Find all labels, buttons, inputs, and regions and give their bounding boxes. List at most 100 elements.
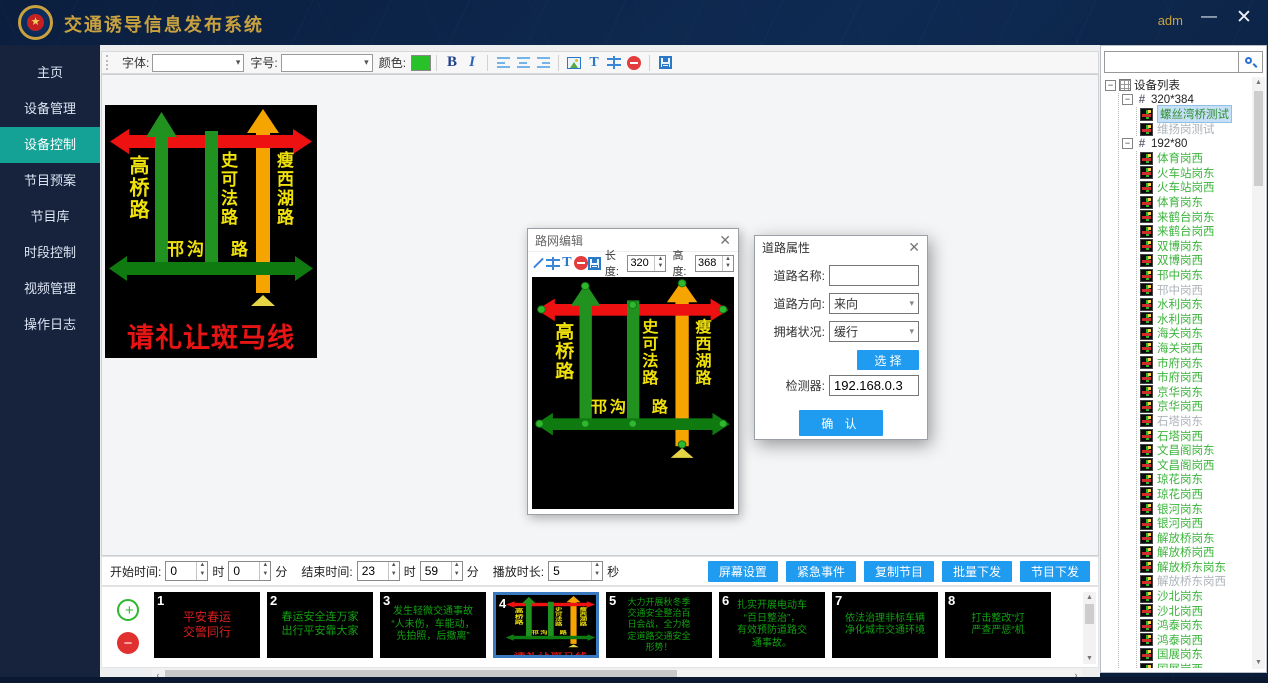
device-item[interactable]: 水利岗东 [1140,297,1250,312]
device-tree-scrollbar[interactable]: ▲ ▼ [1252,77,1265,669]
end-minute-input[interactable] [421,562,451,580]
align-center-button[interactable] [513,53,533,72]
delete-button[interactable] [574,254,588,273]
device-item[interactable]: 火车站岗东 [1140,166,1250,181]
align-left-button[interactable] [493,53,513,72]
sidebar-item-3[interactable]: 设备控制 [0,127,100,163]
sidebar-item-6[interactable]: 时段控制 [0,235,100,271]
device-search-input[interactable] [1104,51,1239,73]
sidebar-item-8[interactable]: 操作日志 [0,307,100,343]
scroll-down-icon[interactable]: ▼ [1083,653,1096,664]
tree-root[interactable]: −设备列表 [1105,78,1250,93]
collapse-icon[interactable]: − [1105,80,1116,91]
search-button[interactable] [1239,51,1263,73]
device-item[interactable]: 体育岗西 [1140,151,1250,166]
start-hour-input[interactable] [166,562,196,580]
save-button[interactable] [588,254,602,273]
start-minute-stepper[interactable]: ▲▼ [228,561,271,581]
device-item[interactable]: 来鹤台岗西 [1140,224,1250,239]
device-item[interactable]: 解放桥岗西 [1140,545,1250,560]
program-thumbnail-2[interactable]: 2春运安全连万家出行平安靠大家 [267,592,373,658]
device-item[interactable]: 海关岗东 [1140,326,1250,341]
device-item[interactable]: 市府岗西 [1140,370,1250,385]
program-thumbnail-1[interactable]: 1平安春运交警同行 [154,592,260,658]
sidebar-item-5[interactable]: 节目库 [0,199,100,235]
spinner-arrows[interactable]: ▲▼ [451,562,462,580]
device-item[interactable]: 火车站岗西 [1140,180,1250,195]
device-item[interactable]: 解放桥东岗东 [1140,560,1250,575]
congestion-select[interactable]: 缓行▾ [829,321,919,342]
end-hour-stepper[interactable]: ▲▼ [357,561,400,581]
action-button-1[interactable]: 屏幕设置 [708,561,778,582]
device-item[interactable]: 京华岗西 [1140,399,1250,414]
device-item[interactable]: 维扬岗测试 [1140,122,1250,137]
sidebar-item-2[interactable]: 设备管理 [0,91,100,127]
device-item[interactable]: 双博岗东 [1140,239,1250,254]
color-swatch[interactable] [411,55,431,71]
sidebar-item-7[interactable]: 视频管理 [0,271,100,307]
length-spinner[interactable]: ▲▼ [627,255,666,272]
close-button[interactable]: ✕ [1234,6,1254,29]
end-hour-input[interactable] [358,562,388,580]
italic-button[interactable]: I [462,53,482,72]
confirm-button[interactable]: 确 认 [799,410,883,436]
scroll-down-icon[interactable]: ▼ [1252,657,1265,669]
start-minute-input[interactable] [229,562,259,580]
height-spinner[interactable]: ▲▼ [695,255,734,272]
size-select[interactable]: ▾ [281,54,373,72]
collapse-icon[interactable]: − [1122,138,1133,149]
device-item[interactable]: 琼花岗东 [1140,472,1250,487]
insert-text-button[interactable]: T [584,53,604,72]
program-thumbnail-7[interactable]: 7依法治理非标车辆净化城市交通环境 [832,592,938,658]
device-item[interactable]: 市府岗东 [1140,355,1250,370]
road-network-button[interactable] [546,254,560,273]
device-item[interactable]: 双博岗西 [1140,253,1250,268]
device-item[interactable]: 螺丝湾桥测试 [1140,107,1250,122]
device-item[interactable]: 银河岗东 [1140,501,1250,516]
device-item[interactable]: 国展岗西 [1140,662,1250,668]
device-item[interactable]: 石塔岗西 [1140,428,1250,443]
device-item[interactable]: 沙北岗西 [1140,603,1250,618]
program-thumbnail-6[interactable]: 6扎实开展电动车“百日整治”，有效预防道路交通事故。 [719,592,825,658]
program-thumbnail-3[interactable]: 3发生轻微交通事故“人未伤，车能动，先拍照，后撤离” [380,592,486,658]
device-item[interactable]: 解放桥岗东 [1140,530,1250,545]
font-select[interactable]: ▾ [152,54,244,72]
device-item[interactable]: 文昌阁岗东 [1140,443,1250,458]
sidebar-item-1[interactable]: 主页 [0,55,100,91]
road-editor-canvas[interactable]: 高桥路史可法路瘦西湖路邗沟路 [532,277,734,509]
save-button[interactable] [655,53,675,72]
remove-program-button[interactable]: − [117,632,139,654]
bold-button[interactable]: B [442,53,462,72]
device-item[interactable]: 京华岗东 [1140,384,1250,399]
device-item[interactable]: 琼花岗西 [1140,487,1250,502]
insert-image-button[interactable] [564,53,584,72]
draw-line-button[interactable] [532,254,546,273]
spinner-arrows[interactable]: ▲▼ [654,256,665,271]
action-button-5[interactable]: 节目下发 [1020,561,1090,582]
program-thumbnail-8[interactable]: 8打击整改“灯严查严惩“机 [945,592,1051,658]
select-detector-button[interactable]: 选 择 [857,350,919,370]
device-item[interactable]: 国展岗东 [1140,647,1250,662]
delete-button[interactable] [624,53,644,72]
program-thumbnail-5[interactable]: 5大力开展秋冬季交通安全整治百日会战，全力稳定道路交通安全形势！ [606,592,712,658]
road-network-button[interactable] [604,53,624,72]
add-program-button[interactable]: + [117,599,139,621]
start-hour-stepper[interactable]: ▲▼ [165,561,208,581]
device-item[interactable]: 水利岗西 [1140,312,1250,327]
device-item[interactable]: 来鹤台岗东 [1140,209,1250,224]
device-item[interactable]: 文昌阁岗西 [1140,457,1250,472]
action-button-2[interactable]: 紧急事件 [786,561,856,582]
end-minute-stepper[interactable]: ▲▼ [420,561,463,581]
device-item[interactable]: 沙北岗东 [1140,589,1250,604]
spinner-arrows[interactable]: ▲▼ [722,256,733,271]
length-input[interactable] [628,256,654,271]
sign-preview-panel[interactable]: 高桥路史可法路瘦西湖路邗沟路请礼让斑马线 [105,105,317,358]
scroll-up-icon[interactable]: ▲ [1083,592,1096,603]
scrollbar-thumb[interactable] [1254,91,1263,186]
device-item[interactable]: 石塔岗东 [1140,414,1250,429]
road-name-input[interactable] [829,265,919,286]
sidebar-item-4[interactable]: 节目预案 [0,163,100,199]
spinner-arrows[interactable]: ▲▼ [591,562,602,580]
device-item[interactable]: 鸿泰岗东 [1140,618,1250,633]
tree-group-192*80[interactable]: −#192*80 [1122,136,1250,151]
